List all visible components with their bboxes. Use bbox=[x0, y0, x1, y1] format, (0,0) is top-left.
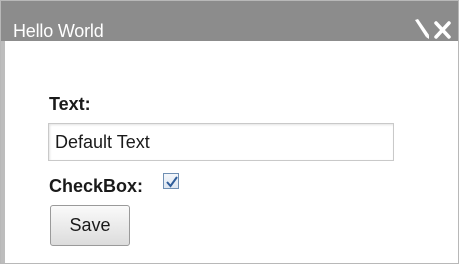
text-input[interactable] bbox=[48, 123, 394, 161]
window-title: Hello World bbox=[13, 21, 104, 41]
close-icon[interactable] bbox=[432, 16, 454, 40]
checkbox[interactable] bbox=[163, 173, 179, 189]
checkmark-icon bbox=[166, 176, 178, 188]
checkbox-label: CheckBox: bbox=[49, 176, 144, 196]
save-button[interactable]: Save bbox=[50, 205, 130, 246]
text-field-label: Text: bbox=[49, 94, 91, 114]
widget-window: Hello World Text: CheckBox: Save bbox=[0, 0, 459, 264]
window-left-edge bbox=[1, 41, 5, 263]
title-bar: Hello World bbox=[1, 1, 458, 41]
pencil-icon[interactable] bbox=[411, 16, 433, 40]
